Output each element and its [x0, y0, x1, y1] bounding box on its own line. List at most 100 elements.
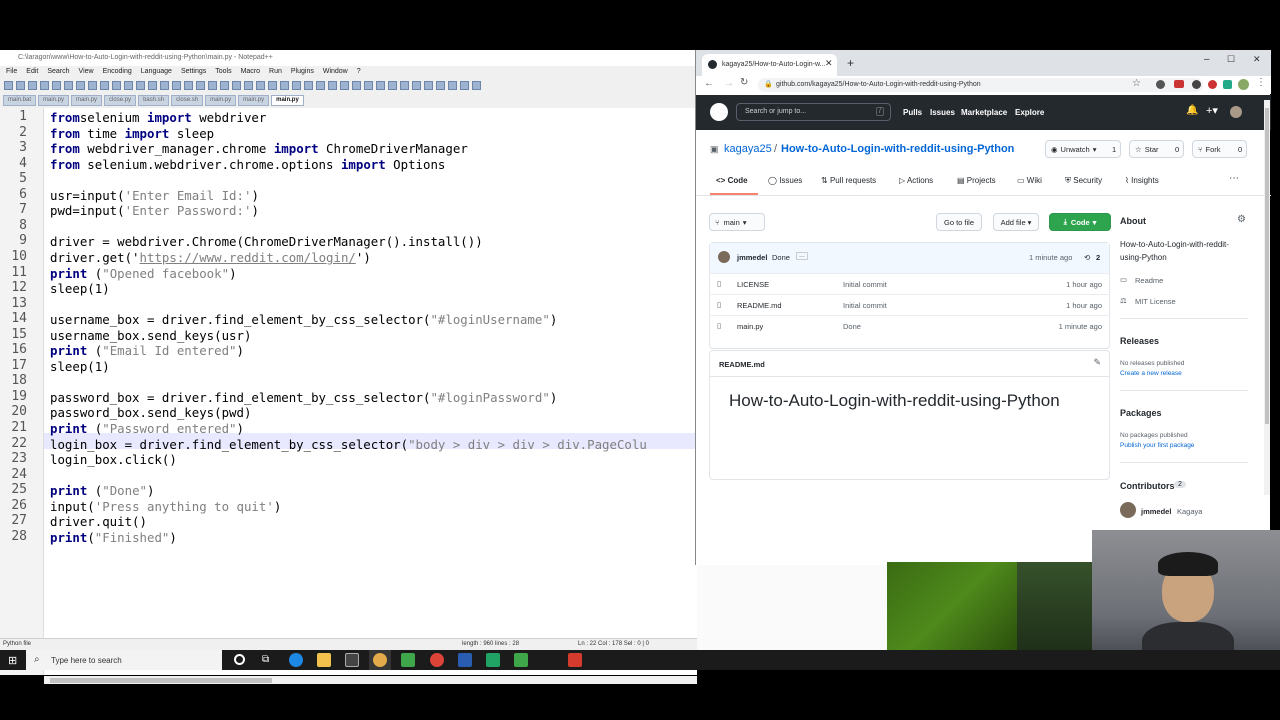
code-line[interactable]: driver = webdriver.Chrome(ChromeDriverMa…	[50, 234, 483, 249]
toolbar-icon[interactable]	[16, 81, 25, 90]
nav-explore[interactable]: Explore	[1015, 108, 1044, 117]
toolbar-icon[interactable]	[220, 81, 229, 90]
code-line[interactable]: password_box = driver.find_element_by_cs…	[50, 390, 557, 405]
contributors-heading[interactable]: Contributors	[1120, 481, 1175, 491]
code-download-button[interactable]: ⤓ Code ▾	[1049, 213, 1111, 231]
file-commit-message[interactable]: Initial commit	[843, 301, 887, 310]
publish-package-link[interactable]: Publish your first package	[1120, 442, 1194, 449]
settings-gear-icon[interactable]: ⚙	[1237, 214, 1246, 225]
menu-item[interactable]: Language	[141, 68, 172, 77]
file-tab[interactable]: main.py	[38, 95, 70, 106]
editor-app-icon[interactable]	[486, 653, 500, 667]
toolbar-icon[interactable]	[172, 81, 181, 90]
page-scrollbar-thumb[interactable]	[1265, 108, 1269, 424]
commit-message[interactable]: Done	[772, 253, 790, 262]
file-tab[interactable]: main.py	[205, 95, 237, 106]
edit-pencil-icon[interactable]: ✎	[1093, 357, 1101, 368]
toolbar-icon[interactable]	[208, 81, 217, 90]
file-tab[interactable]: main.py	[238, 95, 270, 106]
code-line[interactable]: username_box = driver.find_element_by_cs…	[50, 312, 557, 327]
toolbar-icon[interactable]	[100, 81, 109, 90]
star-button[interactable]: ☆ Star 0	[1129, 140, 1184, 158]
file-tab[interactable]: close.sh	[171, 95, 204, 106]
code-line[interactable]: driver.quit()	[50, 514, 147, 529]
toolbar-icon[interactable]	[292, 81, 301, 90]
profile-avatar-icon[interactable]	[1238, 79, 1249, 90]
file-commit-message[interactable]: Initial commit	[843, 280, 887, 289]
tab-wiki[interactable]: ▭ Wiki	[1017, 176, 1042, 185]
tab-actions[interactable]: ▷ Actions	[899, 176, 933, 185]
add-file-button[interactable]: Add file ▾	[993, 213, 1039, 231]
menu-item[interactable]: Settings	[181, 68, 206, 77]
toolbar-icon[interactable]	[232, 81, 241, 90]
toolbar-icon[interactable]	[184, 81, 193, 90]
toolbar-icon[interactable]	[364, 81, 373, 90]
toolbar-icon[interactable]	[460, 81, 469, 90]
extension-red-icon[interactable]	[1208, 80, 1217, 89]
file-commit-message[interactable]: Done	[843, 322, 861, 331]
toolbar-icon[interactable]	[256, 81, 265, 90]
toolbar-icon[interactable]	[316, 81, 325, 90]
menu-item[interactable]: View	[79, 68, 94, 77]
toolbar-icon[interactable]	[376, 81, 385, 90]
nav-issues[interactable]: Issues	[930, 108, 955, 117]
reload-icon[interactable]: ↻	[740, 77, 748, 88]
toolbar-icon[interactable]	[268, 81, 277, 90]
toolbar-icon[interactable]	[64, 81, 73, 90]
code-line[interactable]: print ("Email Id entered")	[50, 343, 244, 358]
toolbar-icon[interactable]	[136, 81, 145, 90]
github-logo-icon[interactable]	[710, 103, 728, 121]
menu-item[interactable]: Window	[323, 68, 348, 77]
toolbar-icon[interactable]	[400, 81, 409, 90]
tab-code[interactable]: <> Code	[716, 176, 748, 185]
tab-security[interactable]: ⛨ Security	[1065, 176, 1102, 186]
contributor-username[interactable]: jmmedel	[1141, 507, 1171, 516]
toolbar-icon[interactable]	[88, 81, 97, 90]
toolbar-icon[interactable]	[328, 81, 337, 90]
code-line[interactable]: print ("Password entered")	[50, 421, 244, 436]
file-tab[interactable]: main.py	[271, 95, 304, 106]
windows-start-icon[interactable]: ⊞	[8, 654, 17, 667]
toolbar-icon[interactable]	[448, 81, 457, 90]
nav-pulls[interactable]: Pulls	[903, 108, 922, 117]
toolbar-icon[interactable]	[352, 81, 361, 90]
unwatch-button[interactable]: ◉ Unwatch ▾ 1	[1045, 140, 1121, 158]
browser-tab[interactable]: kagaya25/How-to-Auto-Login-w...	[702, 54, 837, 76]
file-row[interactable]: ▯ LICENSE Initial commit 1 hour ago	[709, 273, 1110, 294]
code-line[interactable]: print ("Opened facebook")	[50, 266, 237, 281]
toolbar-icon[interactable]	[472, 81, 481, 90]
go-to-file-button[interactable]: Go to file	[936, 213, 982, 231]
chrome-icon[interactable]	[430, 653, 444, 667]
bookmark-star-icon[interactable]: ☆	[1132, 78, 1141, 89]
tab-insights[interactable]: ⌇ Insights	[1125, 176, 1159, 185]
tab-pull-requests[interactable]: ⇅ Pull requests	[821, 176, 876, 185]
toolbar-icon[interactable]	[52, 81, 61, 90]
plus-create-icon[interactable]: +▾	[1206, 104, 1218, 117]
code-line[interactable]: print("Finished")	[50, 530, 177, 545]
new-tab-icon[interactable]: +	[847, 56, 854, 70]
toolbar-icon[interactable]	[196, 81, 205, 90]
app-icon[interactable]	[458, 653, 472, 667]
code-line[interactable]: fromselenium import webdriver	[50, 110, 266, 125]
license-link[interactable]: MIT License	[1135, 297, 1176, 306]
commit-count[interactable]: 2	[1096, 253, 1100, 262]
menu-item[interactable]: Run	[269, 68, 282, 77]
releases-heading[interactable]: Releases	[1120, 336, 1159, 346]
file-tab[interactable]: bash.sh	[138, 95, 170, 106]
extension-icon[interactable]	[1156, 80, 1165, 89]
file-tab[interactable]: main.bat	[3, 95, 37, 106]
shield-extension-icon[interactable]	[1223, 80, 1232, 89]
code-line[interactable]: pwd=input('Enter Password:')	[50, 203, 259, 218]
menu-item[interactable]: Tools	[215, 68, 231, 77]
toolbar-icon[interactable]	[280, 81, 289, 90]
menu-item[interactable]: Plugins	[291, 68, 314, 77]
toolbar-icon[interactable]	[304, 81, 313, 90]
code-line[interactable]: sleep(1)	[50, 281, 110, 296]
contributor-avatar[interactable]	[1120, 502, 1136, 518]
close-tab-icon[interactable]: ✕	[825, 58, 833, 69]
file-row[interactable]: ▯ README.md Initial commit 1 hour ago	[709, 294, 1110, 315]
branch-select[interactable]: ⑂ main ▾	[709, 213, 765, 231]
commit-ellipsis-button[interactable]: …	[796, 252, 808, 260]
file-tab[interactable]: main.py	[71, 95, 103, 106]
taskbar-search-box[interactable]: ⌕ Type here to search	[26, 650, 222, 670]
